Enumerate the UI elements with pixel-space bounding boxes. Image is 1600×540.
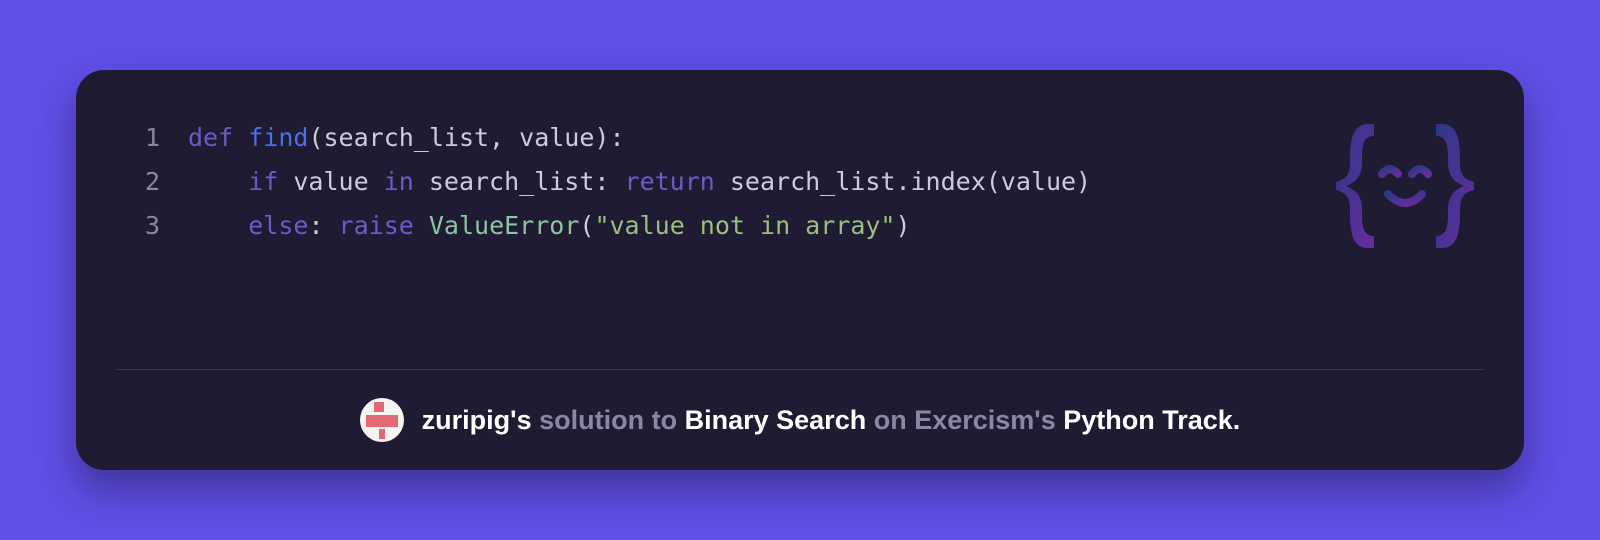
- solution-card: 1def find(search_list, value):2 if value…: [76, 70, 1524, 470]
- code-token: find: [248, 123, 308, 152]
- code-token: search_list.index(value): [715, 167, 1091, 196]
- code-token: (: [579, 211, 594, 240]
- avatar: [360, 398, 404, 442]
- line-content: def find(search_list, value):: [188, 116, 625, 160]
- code-token: :: [308, 211, 338, 240]
- attribution-footer: zuripig's solution to Binary Search on E…: [76, 370, 1524, 470]
- code-token: else: [248, 211, 308, 240]
- solution-word: solution to: [539, 405, 677, 435]
- line-content: if value in search_list: return search_l…: [188, 160, 1091, 204]
- code-token: if: [248, 167, 278, 196]
- code-token: [414, 211, 429, 240]
- code-block: 1def find(search_list, value):2 if value…: [116, 116, 1484, 248]
- code-token: [188, 167, 248, 196]
- code-token: search_list:: [414, 167, 625, 196]
- code-token: ): [895, 211, 910, 240]
- code-token: raise: [339, 211, 414, 240]
- attribution-text: zuripig's solution to Binary Search on E…: [422, 405, 1241, 436]
- code-token: return: [625, 167, 715, 196]
- on-word: on Exercism's: [874, 405, 1056, 435]
- line-content: else: raise ValueError("value not in arr…: [188, 204, 911, 248]
- exercism-logo-icon: [1330, 116, 1480, 256]
- track-name: Python Track.: [1063, 405, 1240, 435]
- user-name: zuripig's: [422, 405, 532, 435]
- code-token: value: [278, 167, 383, 196]
- code-token: ValueError: [429, 211, 580, 240]
- exercise-name: Binary Search: [685, 405, 867, 435]
- code-token: in: [384, 167, 414, 196]
- code-line: 1 def find(search_list, value):: [116, 116, 1484, 160]
- code-token: def: [188, 123, 248, 152]
- line-number: 1: [116, 116, 160, 160]
- code-token: [188, 211, 248, 240]
- code-token: "value not in array": [594, 211, 895, 240]
- code-area: 1def find(search_list, value):2 if value…: [76, 70, 1524, 369]
- code-token: (search_list, value):: [308, 123, 624, 152]
- code-line: 3 else: raise ValueError("value not in a…: [116, 204, 1484, 248]
- line-number: 3: [116, 204, 160, 248]
- code-line: 2 if value in search_list: return search…: [116, 160, 1484, 204]
- line-number: 2: [116, 160, 160, 204]
